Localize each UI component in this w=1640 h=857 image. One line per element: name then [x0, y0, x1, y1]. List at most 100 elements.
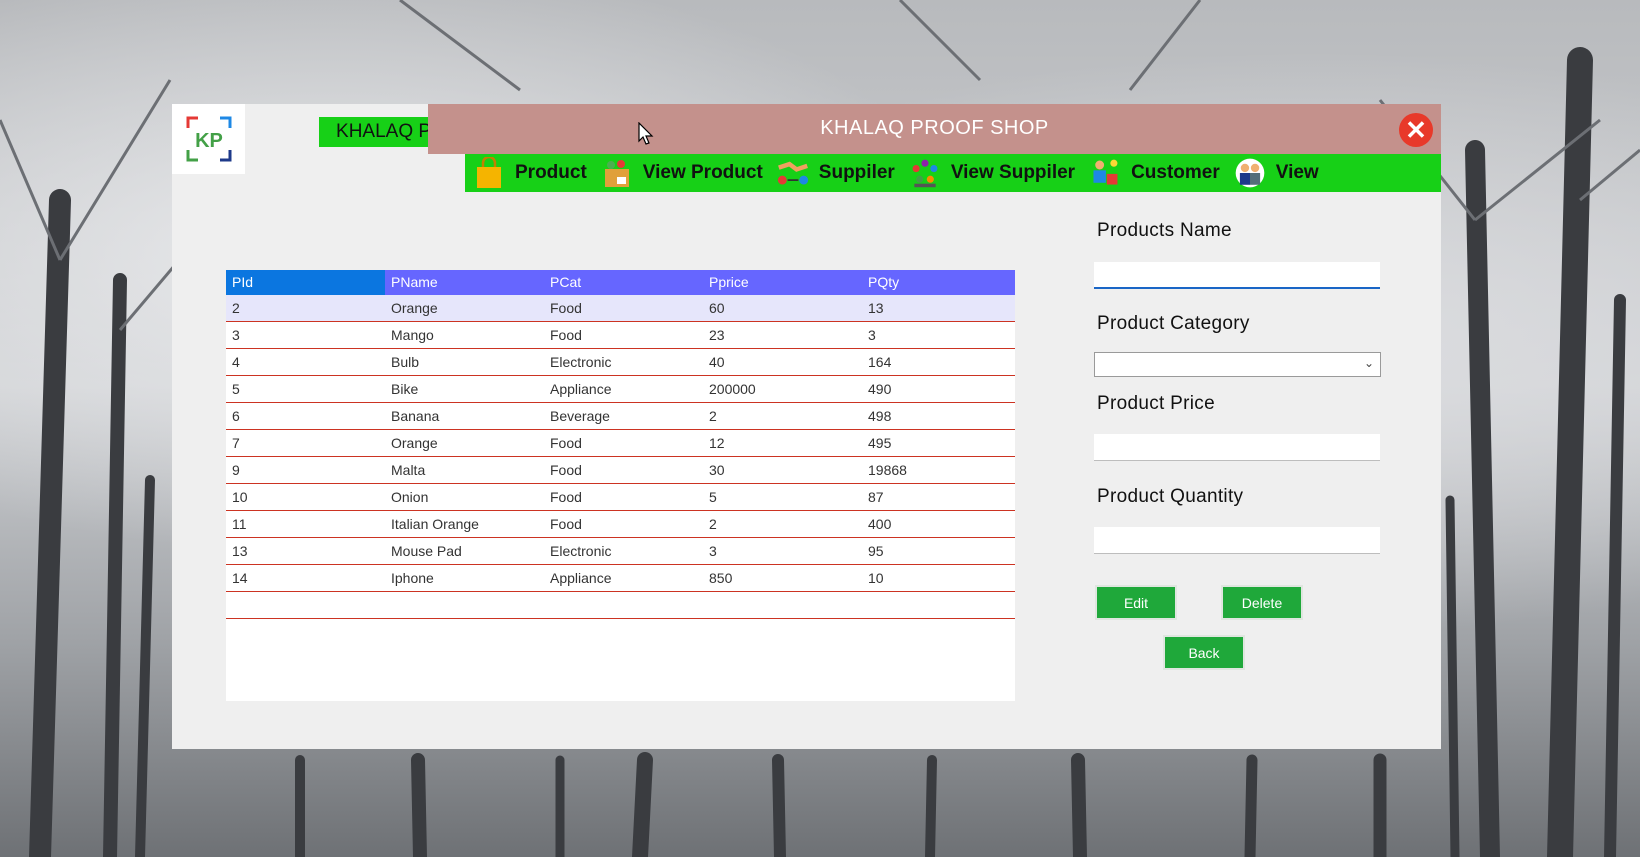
column-header-pprice[interactable]: Pprice: [703, 270, 862, 295]
title-bar[interactable]: KHALAQ PROOF SHOP ✕: [428, 104, 1441, 154]
table-row[interactable]: 7 Orange Food 12 495: [226, 430, 1015, 457]
table-cell[interactable]: [385, 592, 544, 618]
table-cell[interactable]: 490: [862, 376, 1015, 402]
table-row[interactable]: 11 Italian Orange Food 2 400: [226, 511, 1015, 538]
table-cell[interactable]: 5: [703, 484, 862, 510]
nav-label: View: [1275, 162, 1319, 183]
table-cell[interactable]: 30: [703, 457, 862, 483]
table-cell[interactable]: 850: [703, 565, 862, 591]
products-table[interactable]: PId PName PCat Pprice PQty 2 Orange Food 60…: [226, 270, 1015, 701]
table-cell[interactable]: Appliance: [544, 376, 703, 402]
table-cell[interactable]: 13: [226, 538, 385, 564]
products-name-input[interactable]: [1094, 262, 1380, 289]
back-button[interactable]: Back: [1163, 635, 1245, 670]
table-cell[interactable]: 498: [862, 403, 1015, 429]
table-cell[interactable]: 400: [862, 511, 1015, 537]
table-cell[interactable]: Food: [544, 511, 703, 537]
nav-item-view[interactable]: View: [1226, 154, 1325, 192]
nav-item-customer[interactable]: Customer: [1081, 154, 1226, 192]
table-cell[interactable]: Food: [544, 295, 703, 321]
nav-item-view-supplier[interactable]: View Suppiler: [901, 154, 1081, 192]
table-cell[interactable]: Onion: [385, 484, 544, 510]
table-cell[interactable]: 2: [703, 511, 862, 537]
table-cell[interactable]: 13: [862, 295, 1015, 321]
table-cell[interactable]: 3: [226, 322, 385, 348]
table-row[interactable]: 13 Mouse Pad Electronic 3 95: [226, 538, 1015, 565]
table-row[interactable]: 4 Bulb Electronic 40 164: [226, 349, 1015, 376]
column-header-pid[interactable]: PId: [226, 270, 385, 295]
table-row[interactable]: 3 Mango Food 23 3: [226, 322, 1015, 349]
column-header-pname[interactable]: PName: [385, 270, 544, 295]
table-cell[interactable]: Food: [544, 430, 703, 456]
column-header-pqty[interactable]: PQty: [862, 270, 1015, 295]
table-cell[interactable]: 3: [862, 322, 1015, 348]
table-cell[interactable]: 95: [862, 538, 1015, 564]
table-cell[interactable]: Italian Orange: [385, 511, 544, 537]
table-cell[interactable]: [226, 592, 385, 618]
table-cell[interactable]: 3: [703, 538, 862, 564]
product-quantity-input[interactable]: [1094, 527, 1380, 554]
table-cell[interactable]: 40: [703, 349, 862, 375]
product-category-select[interactable]: ⌄: [1094, 352, 1381, 377]
table-cell[interactable]: 60: [703, 295, 862, 321]
product-category-label: Product Category: [1097, 313, 1250, 334]
table-row[interactable]: 5 Bike Appliance 200000 490: [226, 376, 1015, 403]
table-cell[interactable]: 87: [862, 484, 1015, 510]
table-cell[interactable]: 10: [862, 565, 1015, 591]
nav-item-supplier[interactable]: Suppiler: [769, 154, 901, 192]
table-row[interactable]: 14 Iphone Appliance 850 10: [226, 565, 1015, 592]
close-button[interactable]: ✕: [1399, 113, 1433, 147]
table-cell[interactable]: 200000: [703, 376, 862, 402]
table-cell[interactable]: 5: [226, 376, 385, 402]
column-header-pcat[interactable]: PCat: [544, 270, 703, 295]
table-row[interactable]: 6 Banana Beverage 2 498: [226, 403, 1015, 430]
table-cell[interactable]: 12: [703, 430, 862, 456]
table-cell[interactable]: 14: [226, 565, 385, 591]
table-cell[interactable]: Iphone: [385, 565, 544, 591]
product-price-input[interactable]: [1094, 434, 1380, 461]
table-cell[interactable]: 10: [226, 484, 385, 510]
table-cell[interactable]: 6: [226, 403, 385, 429]
table-cell[interactable]: Food: [544, 322, 703, 348]
table-cell[interactable]: Appliance: [544, 565, 703, 591]
table-cell[interactable]: [544, 592, 703, 618]
chevron-down-icon: ⌄: [1363, 356, 1374, 370]
table-row[interactable]: 9 Malta Food 30 19868: [226, 457, 1015, 484]
table-row[interactable]: 2 Orange Food 60 13: [226, 295, 1015, 322]
table-cell[interactable]: Beverage: [544, 403, 703, 429]
table-cell[interactable]: Mango: [385, 322, 544, 348]
table-cell[interactable]: 4: [226, 349, 385, 375]
table-cell[interactable]: Bulb: [385, 349, 544, 375]
table-cell[interactable]: 2: [703, 403, 862, 429]
table-cell[interactable]: 11: [226, 511, 385, 537]
table-cell[interactable]: Banana: [385, 403, 544, 429]
table-cell[interactable]: [703, 592, 862, 618]
edit-button[interactable]: Edit: [1095, 585, 1177, 620]
table-cell[interactable]: Mouse Pad: [385, 538, 544, 564]
handshake-icon: [777, 157, 809, 189]
table-cell[interactable]: Orange: [385, 430, 544, 456]
table-cell[interactable]: Food: [544, 484, 703, 510]
table-row[interactable]: [226, 592, 1015, 619]
table-cell[interactable]: 495: [862, 430, 1015, 456]
table-cell[interactable]: 2: [226, 295, 385, 321]
table-cell[interactable]: Electronic: [544, 349, 703, 375]
logo-text: KP: [195, 130, 223, 152]
table-row[interactable]: 10 Onion Food 5 87: [226, 484, 1015, 511]
delete-button[interactable]: Delete: [1221, 585, 1303, 620]
table-cell[interactable]: 7: [226, 430, 385, 456]
table-cell[interactable]: 164: [862, 349, 1015, 375]
table-cell[interactable]: 19868: [862, 457, 1015, 483]
table-cell[interactable]: Orange: [385, 295, 544, 321]
table-cell[interactable]: Bike: [385, 376, 544, 402]
table-cell[interactable]: Electronic: [544, 538, 703, 564]
nav-item-view-product[interactable]: View Product: [593, 154, 769, 192]
table-cell[interactable]: [862, 592, 1015, 618]
table-cell[interactable]: Food: [544, 457, 703, 483]
table-cell[interactable]: Malta: [385, 457, 544, 483]
people-icon: [1234, 157, 1266, 189]
table-cell[interactable]: 23: [703, 322, 862, 348]
nav-item-product[interactable]: Product: [465, 154, 593, 192]
nav-label: Customer: [1131, 162, 1220, 183]
table-cell[interactable]: 9: [226, 457, 385, 483]
